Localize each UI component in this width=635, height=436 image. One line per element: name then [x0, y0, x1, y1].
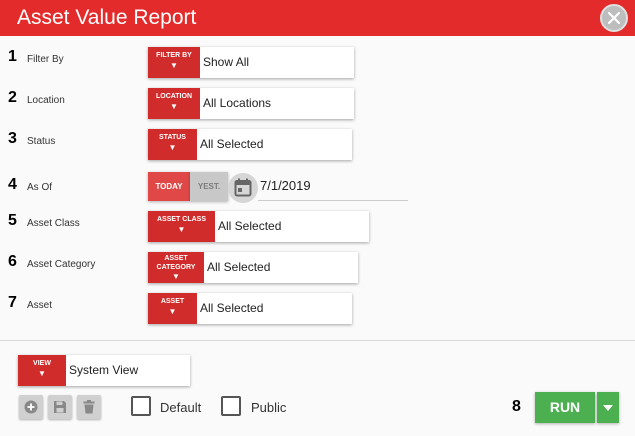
- caret-down-icon: ▼: [170, 102, 178, 111]
- save-icon: [54, 401, 66, 413]
- row-number-5: 5: [8, 212, 17, 229]
- yesterday-button[interactable]: YEST.: [190, 172, 228, 201]
- row-number-4: 4: [8, 176, 17, 193]
- default-label: Default: [160, 400, 202, 415]
- row-number-1: 1: [8, 48, 17, 65]
- save-view-button[interactable]: [48, 395, 72, 419]
- location-select[interactable]: LOCATION ▼ All Locations: [148, 88, 354, 119]
- asset-category-tag[interactable]: ASSET CATEGORY ▼: [148, 252, 204, 283]
- asset-class-tag-label: ASSET CLASS: [156, 216, 206, 223]
- asset-category-tag-line1: ASSET: [164, 255, 188, 262]
- filter-by-tag[interactable]: FILTER BY ▼: [148, 47, 200, 78]
- asset-class-value: All Selected: [218, 219, 282, 233]
- public-checkbox[interactable]: [221, 396, 241, 416]
- asset-category-value: All Selected: [207, 260, 271, 274]
- filter-by-value: Show All: [203, 55, 250, 69]
- asset-class-label: Asset Class: [27, 218, 80, 229]
- calendar-button[interactable]: [228, 173, 258, 203]
- view-tag-label: VIEW: [33, 360, 51, 367]
- default-checkbox[interactable]: [131, 396, 151, 416]
- asset-select[interactable]: ASSET ▼ All Selected: [148, 293, 352, 324]
- as-of-date-input[interactable]: 7/1/2019: [260, 178, 311, 193]
- filter-by-tag-label: FILTER BY: [156, 52, 192, 59]
- asset-label: Asset: [27, 300, 53, 311]
- row-number-3: 3: [8, 130, 17, 147]
- row-number-2: 2: [8, 89, 17, 106]
- section-divider: [0, 340, 635, 341]
- run-dropdown-button[interactable]: [597, 392, 619, 423]
- location-value: All Locations: [203, 96, 272, 110]
- asset-category-select[interactable]: ASSET CATEGORY ▼ All Selected: [148, 252, 358, 283]
- asset-category-tag-line2: CATEGORY: [156, 264, 196, 271]
- dialog-title: Asset Value Report: [17, 6, 197, 29]
- view-tag[interactable]: VIEW ▼: [18, 355, 66, 386]
- asset-category-label: Asset Category: [27, 259, 96, 270]
- location-tag[interactable]: LOCATION ▼: [148, 88, 200, 119]
- status-tag-label: STATUS: [159, 134, 186, 141]
- caret-down-icon: ▼: [168, 143, 177, 152]
- status-value: All Selected: [200, 137, 264, 151]
- caret-down-icon: ▼: [168, 307, 177, 316]
- caret-down-icon: ▼: [170, 61, 178, 70]
- location-label: Location: [27, 95, 65, 106]
- add-view-button[interactable]: [19, 395, 43, 419]
- caret-down-icon: [603, 405, 613, 411]
- view-select[interactable]: VIEW ▼ System View: [18, 355, 190, 386]
- view-value: System View: [69, 363, 139, 377]
- public-label: Public: [251, 400, 287, 415]
- asset-class-tag[interactable]: ASSET CLASS ▼: [148, 211, 215, 242]
- close-icon: [607, 11, 621, 25]
- filter-by-label: Filter By: [27, 54, 64, 65]
- location-tag-label: LOCATION: [155, 93, 193, 100]
- row-number-6: 6: [8, 253, 17, 270]
- caret-down-icon: ▼: [38, 369, 46, 378]
- asset-class-select[interactable]: ASSET CLASS ▼ All Selected: [148, 211, 369, 242]
- caret-down-icon: ▼: [172, 272, 180, 281]
- add-icon: [24, 400, 38, 414]
- as-of-label: As Of: [27, 182, 53, 193]
- dialog-header: Asset Value Report: [0, 0, 635, 36]
- status-label: Status: [27, 136, 56, 147]
- asset-value: All Selected: [200, 301, 264, 315]
- status-select[interactable]: STATUS ▼ All Selected: [148, 129, 352, 160]
- asset-tag-label: ASSET: [160, 298, 185, 305]
- close-button[interactable]: [600, 4, 628, 32]
- row-number-8: 8: [512, 398, 521, 415]
- filter-by-select[interactable]: FILTER BY ▼ Show All: [148, 47, 354, 78]
- row-number-7: 7: [8, 294, 17, 311]
- date-underline: [258, 200, 408, 201]
- delete-view-button[interactable]: [77, 395, 101, 419]
- calendar-icon: [234, 178, 252, 197]
- asset-tag[interactable]: ASSET ▼: [148, 293, 197, 324]
- today-button[interactable]: TODAY: [148, 172, 190, 201]
- run-button[interactable]: RUN: [535, 392, 595, 423]
- status-tag[interactable]: STATUS ▼: [148, 129, 197, 160]
- trash-icon: [83, 400, 95, 414]
- caret-down-icon: ▼: [177, 225, 186, 234]
